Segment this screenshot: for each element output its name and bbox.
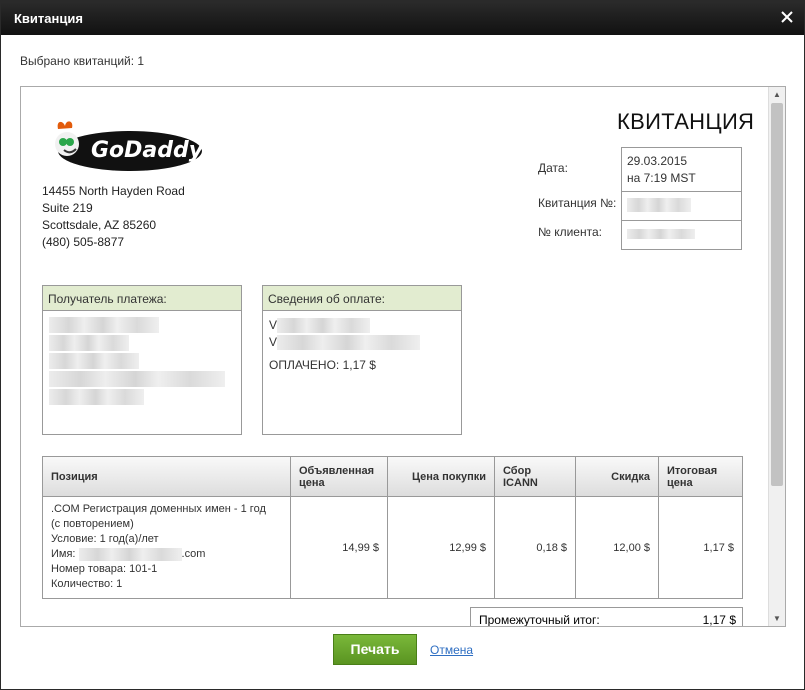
redacted-payee-line [49, 371, 225, 387]
payment-card-line: V [269, 334, 455, 351]
date-value: 29.03.2015 [627, 154, 688, 168]
close-icon[interactable] [780, 10, 794, 24]
payee-box: Получатель платежа: [42, 285, 242, 435]
print-button[interactable]: Печать [333, 634, 417, 665]
scroll-up-icon[interactable]: ▲ [769, 87, 785, 102]
column-header: Итоговая цена [667, 464, 718, 489]
payment-info-header: Сведения об оплате: [263, 286, 461, 311]
table-header-row: Позиция Объявленная цена Цена покупки Сб… [43, 457, 742, 497]
line-items-table: Позиция Объявленная цена Цена покупки Сб… [42, 456, 743, 599]
redacted-receipt-number [627, 197, 691, 212]
svg-text:GoDaddy: GoDaddy [91, 138, 204, 163]
vertical-scrollbar[interactable]: ▲ ▼ [768, 87, 785, 626]
cancel-link[interactable]: Отмена [430, 643, 473, 657]
paid-amount: ОПЛАЧЕНО: 1,17 $ [269, 358, 376, 372]
column-header: Позиция [43, 457, 291, 496]
cell-purchase-price: 12,99 $ [388, 497, 495, 598]
cell-discount: 12,00 $ [576, 497, 659, 598]
client-number-label: № клиента: [538, 225, 602, 239]
company-address: 14455 North Hayden Road Suite 219 Scotts… [42, 184, 185, 249]
scroll-down-icon[interactable]: ▼ [769, 611, 785, 626]
godaddy-logo-icon: GoDaddy [55, 121, 204, 171]
time-value: на 7:19 MST [627, 171, 696, 185]
receipt-dialog: Квитанция Выбрано квитанций: 1 GoDaddy 1… [0, 0, 805, 690]
scrollbar-thumb[interactable] [771, 103, 783, 486]
table-row: .COM Регистрация доменных имен - 1 год (… [43, 497, 742, 598]
receipt-number-label: Квитанция №: [538, 196, 617, 210]
date-label: Дата: [538, 161, 568, 175]
redacted-payee-line [49, 317, 159, 333]
redacted-payee-line [49, 335, 129, 351]
dialog-titlebar: Квитанция [1, 1, 804, 35]
payment-method-line: V [269, 317, 455, 334]
payment-info-box: Сведения об оплате: V V ОПЛАЧЕНО: 1,17 $ [262, 285, 462, 435]
receipt-frame: GoDaddy 14455 North Hayden Road Suite 21… [20, 86, 786, 627]
redacted-client-number [627, 228, 695, 239]
redacted-domain [78, 547, 182, 561]
redacted-payee-line [49, 353, 139, 369]
column-header: Цена покупки [388, 457, 495, 496]
receipt-title: КВИТАНЦИЯ [617, 109, 755, 134]
dialog-footer: Печать Отмена [333, 634, 533, 665]
dialog-title: Квитанция [14, 10, 83, 26]
cell-total: 1,17 $ [703, 541, 734, 554]
column-header: Скидка [576, 457, 659, 496]
subtotal-label: Промежуточный итог: [479, 613, 600, 627]
receipt-meta-box: 29.03.2015 на 7:19 MST [621, 147, 742, 250]
item-description: .COM Регистрация доменных имен - 1 год (… [43, 497, 291, 598]
column-header: Сбор ICANN [495, 457, 576, 496]
payee-header: Получатель платежа: [43, 286, 241, 311]
subtotal-value: 1,17 $ [702, 613, 736, 627]
cell-icann-fee: 0,18 $ [495, 497, 576, 598]
cell-list-price: 14,99 $ [291, 497, 388, 598]
subtotal-row: Промежуточный итог: 1,17 $ [470, 607, 743, 627]
selected-count-text: Выбрано квитанций: 1 [20, 54, 145, 68]
column-header: Объявленная цена [291, 457, 388, 496]
redacted-payee-line [49, 389, 144, 405]
